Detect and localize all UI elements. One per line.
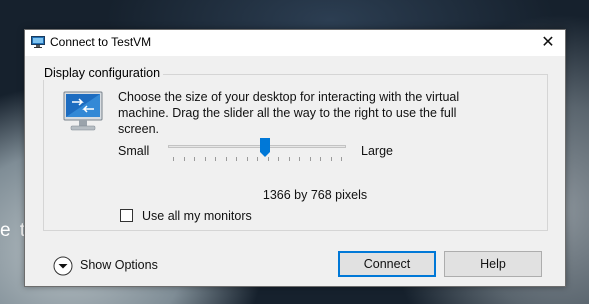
use-all-monitors-label[interactable]: Use all my monitors	[142, 209, 252, 223]
slider-tick	[309, 157, 311, 161]
slider-tick	[299, 157, 300, 161]
slider-thumb[interactable]	[260, 138, 271, 158]
slider-tick	[246, 157, 248, 161]
connect-dialog: Connect to TestVM ✕ Display configuratio…	[24, 29, 566, 287]
slider-max-label: Large	[361, 144, 393, 158]
slider-tick	[278, 157, 279, 161]
slider-tick	[225, 157, 227, 161]
slider-tick	[320, 157, 321, 161]
slider-track	[168, 145, 346, 148]
slider-tick	[183, 157, 185, 161]
resolution-text: 1366 by 768 pixels	[262, 188, 368, 202]
slider-tick	[288, 157, 290, 161]
display-description: Choose the size of your desktop for inte…	[118, 90, 460, 136]
remote-desktop-icon	[31, 36, 45, 48]
group-label: Display configuration	[41, 66, 164, 80]
show-options-label[interactable]: Show Options	[80, 258, 158, 272]
help-button-label: Help	[480, 257, 506, 271]
chevron-down-circle-icon	[53, 256, 73, 276]
slider-tick	[236, 157, 237, 161]
slider-tick	[267, 157, 269, 161]
resolution-readout: 1366 by 768 pixels	[25, 188, 565, 202]
slider-tick	[257, 157, 258, 161]
use-all-monitors-checkbox[interactable]	[120, 209, 133, 222]
connect-button[interactable]: Connect	[338, 251, 436, 277]
slider-tick	[204, 157, 206, 161]
close-icon: ✕	[541, 34, 555, 51]
slider-tick	[330, 157, 332, 161]
monitor-icon	[63, 91, 103, 131]
slider-tick	[341, 157, 342, 161]
slider-tick	[173, 157, 174, 161]
slider-tick	[215, 157, 216, 161]
display-size-slider[interactable]	[168, 138, 346, 168]
window-title: Connect to TestVM	[50, 35, 152, 49]
title-bar[interactable]: Connect to TestVM ✕	[25, 30, 565, 56]
connect-button-label: Connect	[363, 257, 411, 271]
slider-min-label: Small	[118, 144, 150, 158]
close-button[interactable]: ✕	[531, 30, 565, 56]
slider-tick	[194, 157, 195, 161]
help-button[interactable]: Help	[444, 251, 542, 277]
